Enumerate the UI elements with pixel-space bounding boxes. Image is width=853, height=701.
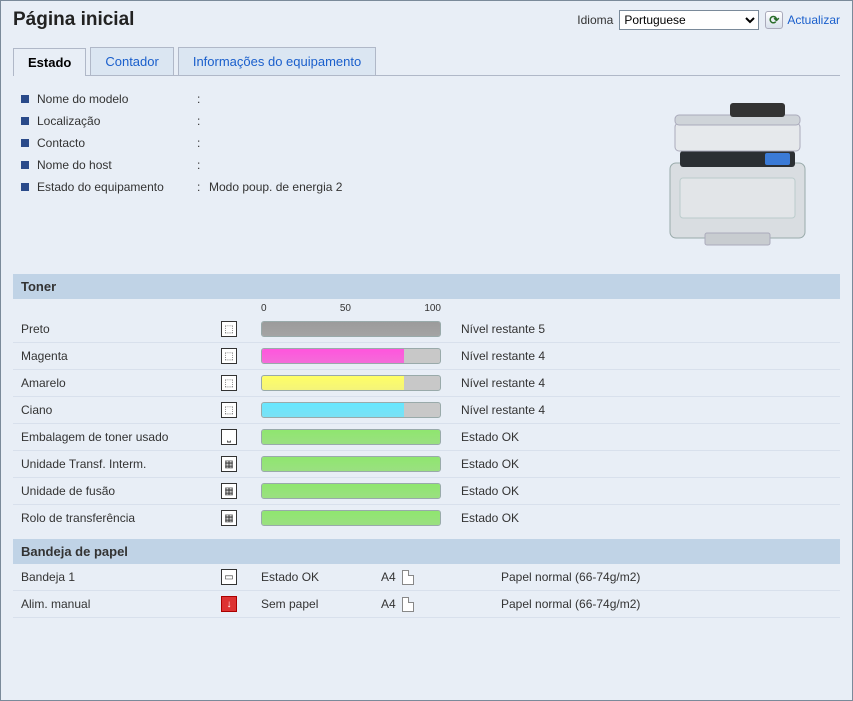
info-separator: : bbox=[197, 92, 209, 106]
toner-name: Embalagem de toner usado bbox=[21, 430, 221, 444]
toner-icon: ⬚ bbox=[221, 402, 261, 418]
bullet-icon bbox=[21, 183, 29, 191]
tray-size: A4 bbox=[381, 597, 501, 612]
toner-bar bbox=[261, 348, 461, 364]
toner-row-0: Preto⬚ Nível restante 5 bbox=[13, 316, 840, 343]
ruler-min: 0 bbox=[261, 303, 267, 314]
ruler-mid: 50 bbox=[340, 303, 351, 314]
toner-icon: ⬚ bbox=[221, 375, 261, 391]
info-row-2: Contacto: bbox=[21, 132, 625, 154]
info-label: Nome do host bbox=[37, 158, 197, 172]
tray-type: Papel normal (66-74g/m2) bbox=[501, 570, 832, 584]
toner-icon: ▦ bbox=[221, 510, 261, 526]
toner-row-4: Embalagem de toner usado⎵ Estado OK bbox=[13, 424, 840, 451]
tray-state: Estado OK bbox=[261, 570, 381, 584]
toner-name: Rolo de transferência bbox=[21, 511, 221, 525]
refresh-label: Actualizar bbox=[787, 13, 840, 27]
info-and-image-row: Nome do modelo:Localização:Contacto:Nome… bbox=[13, 88, 840, 258]
toner-icon: ⬚ bbox=[221, 321, 261, 337]
toner-status: Estado OK bbox=[461, 457, 832, 471]
refresh-button[interactable]: ⟳ Actualizar bbox=[765, 11, 840, 29]
info-label: Contacto bbox=[37, 136, 197, 150]
toner-row-3: Ciano⬚ Nível restante 4 bbox=[13, 397, 840, 424]
info-label: Localização bbox=[37, 114, 197, 128]
info-value: Modo poup. de energia 2 bbox=[209, 180, 342, 194]
header-row: Página inicial Idioma Portuguese ⟳ Actua… bbox=[13, 9, 840, 31]
language-select[interactable]: Portuguese bbox=[619, 10, 759, 30]
toner-status: Estado OK bbox=[461, 484, 832, 498]
tray-state: Sem papel bbox=[261, 597, 381, 611]
tray-type: Papel normal (66-74g/m2) bbox=[501, 597, 832, 611]
info-separator: : bbox=[197, 136, 209, 150]
toner-bar bbox=[261, 483, 461, 499]
toner-name: Unidade Transf. Interm. bbox=[21, 457, 221, 471]
toner-status: Nível restante 5 bbox=[461, 322, 832, 336]
toner-status: Estado OK bbox=[461, 430, 832, 444]
language-label: Idioma bbox=[577, 13, 613, 27]
toner-name: Ciano bbox=[21, 403, 221, 417]
toner-status: Nível restante 4 bbox=[461, 403, 832, 417]
bullet-icon bbox=[21, 117, 29, 125]
toner-rows: Preto⬚Nível restante 5Magenta⬚Nível rest… bbox=[13, 316, 840, 531]
info-row-0: Nome do modelo: bbox=[21, 88, 625, 110]
info-separator: : bbox=[197, 180, 209, 194]
toner-status: Nível restante 4 bbox=[461, 376, 832, 390]
toner-row-7: Rolo de transferência▦ Estado OK bbox=[13, 505, 840, 531]
bullet-icon bbox=[21, 139, 29, 147]
toner-ruler: 0 50 100 bbox=[261, 299, 441, 316]
toner-icon: ▦ bbox=[221, 483, 261, 499]
tray-rows: Bandeja 1▭Estado OKA4Papel normal (66-74… bbox=[13, 564, 840, 618]
toner-icon: ⎵ bbox=[221, 429, 261, 445]
tab-0[interactable]: Estado bbox=[13, 48, 86, 76]
toner-bar bbox=[261, 429, 461, 445]
tab-2[interactable]: Informações do equipamento bbox=[178, 47, 376, 75]
toner-row-2: Amarelo⬚ Nível restante 4 bbox=[13, 370, 840, 397]
toner-row-1: Magenta⬚ Nível restante 4 bbox=[13, 343, 840, 370]
tray-icon: ▭ bbox=[221, 569, 261, 585]
toner-status: Nível restante 4 bbox=[461, 349, 832, 363]
tray-row-0: Bandeja 1▭Estado OKA4Papel normal (66-74… bbox=[13, 564, 840, 591]
toner-bar bbox=[261, 402, 461, 418]
bullet-icon bbox=[21, 161, 29, 169]
toner-bar bbox=[261, 321, 461, 337]
bullet-icon bbox=[21, 95, 29, 103]
toner-row-6: Unidade de fusão▦ Estado OK bbox=[13, 478, 840, 505]
printer-image bbox=[645, 88, 830, 258]
toner-bar bbox=[261, 510, 461, 526]
toner-row-5: Unidade Transf. Interm.▦ Estado OK bbox=[13, 451, 840, 478]
tray-name: Bandeja 1 bbox=[21, 570, 221, 584]
page-container: Página inicial Idioma Portuguese ⟳ Actua… bbox=[0, 0, 853, 701]
info-separator: : bbox=[197, 158, 209, 172]
toner-name: Preto bbox=[21, 322, 221, 336]
toner-name: Magenta bbox=[21, 349, 221, 363]
device-info-block: Nome do modelo:Localização:Contacto:Nome… bbox=[13, 88, 625, 258]
page-icon bbox=[402, 597, 414, 612]
tab-1[interactable]: Contador bbox=[90, 47, 173, 75]
toner-bar bbox=[261, 456, 461, 472]
tabs: EstadoContadorInformações do equipamento bbox=[13, 47, 840, 76]
info-row-1: Localização: bbox=[21, 110, 625, 132]
toner-name: Unidade de fusão bbox=[21, 484, 221, 498]
info-separator: : bbox=[197, 114, 209, 128]
toner-icon: ⬚ bbox=[221, 348, 261, 364]
language-bar: Idioma Portuguese ⟳ Actualizar bbox=[577, 10, 840, 30]
toner-name: Amarelo bbox=[21, 376, 221, 390]
tray-name: Alim. manual bbox=[21, 597, 221, 611]
tray-icon: ↓ bbox=[221, 596, 261, 612]
page-title: Página inicial bbox=[13, 9, 134, 31]
tray-size: A4 bbox=[381, 570, 501, 585]
toner-status: Estado OK bbox=[461, 511, 832, 525]
tray-row-1: Alim. manual↓Sem papelA4Papel normal (66… bbox=[13, 591, 840, 618]
page-icon bbox=[402, 570, 414, 585]
tray-section-header: Bandeja de papel bbox=[13, 539, 840, 564]
info-label: Estado do equipamento bbox=[37, 180, 197, 194]
toner-icon: ▦ bbox=[221, 456, 261, 472]
info-label: Nome do modelo bbox=[37, 92, 197, 106]
toner-section-header: Toner bbox=[13, 274, 840, 299]
toner-bar bbox=[261, 375, 461, 391]
refresh-icon: ⟳ bbox=[765, 11, 783, 29]
info-row-3: Nome do host: bbox=[21, 154, 625, 176]
ruler-max: 100 bbox=[424, 303, 441, 314]
info-row-4: Estado do equipamento:Modo poup. de ener… bbox=[21, 176, 625, 198]
